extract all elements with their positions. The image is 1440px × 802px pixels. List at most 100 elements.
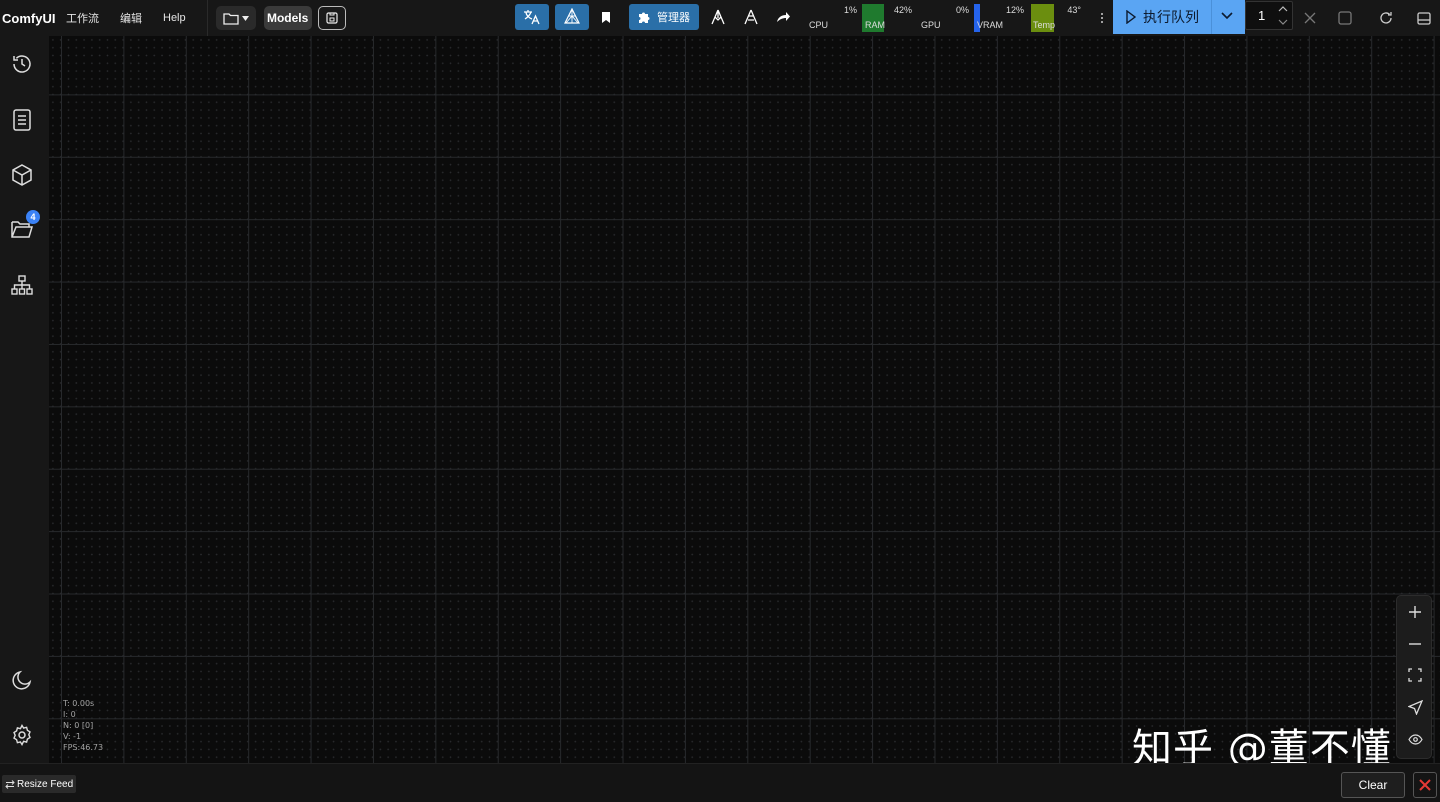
play-icon [1126,10,1136,24]
increment-icon[interactable] [1278,5,1288,12]
moon-icon [12,670,32,690]
crystools-button[interactable] [555,4,589,30]
translate-button[interactable] [515,4,549,30]
resize-feed-label: Resize Feed [17,778,74,790]
crystal-icon [564,8,580,24]
comfyui-app: ComfyUI 工作流 编辑 Help Models 管理器 1% CPU 42… [0,0,1440,802]
clear-button[interactable]: Clear [1341,772,1405,798]
toggle-panel-button[interactable] [1414,8,1434,28]
zoom-out-button[interactable] [1405,634,1425,654]
square-icon [1338,11,1352,25]
eye-icon [1407,733,1423,745]
share-button-a[interactable] [701,4,735,30]
queue-prompt-button[interactable]: 执行队列 [1113,0,1245,34]
refresh-button[interactable] [1376,8,1396,28]
stat-fps: FPS:46.73 [63,743,104,752]
document-icon [13,109,31,131]
close-feed-button[interactable] [1413,772,1437,798]
menu-edit[interactable]: 编辑 [120,10,142,26]
sidebar-item-models[interactable] [9,162,35,188]
fit-view-button[interactable] [1405,665,1425,685]
more-options-button[interactable] [1099,10,1105,26]
chevron-down-icon[interactable] [1221,12,1233,20]
panel-icon [1417,11,1431,25]
close-icon [1304,12,1316,24]
gpu-value: 0% [955,5,969,15]
resize-feed-button[interactable]: Resize Feed [2,775,77,793]
ram-label: RAM [865,20,885,30]
cpu-label: CPU [809,20,829,30]
temp-value: 43° [1067,5,1081,15]
ram-monitor: 42% RAM [862,4,914,32]
temp-monitor: 43° Temp [1031,4,1083,32]
zoom-in-button[interactable] [1405,602,1425,622]
vram-value: 12% [1005,5,1024,15]
ram-value: 42% [893,5,912,15]
save-button[interactable] [317,6,346,30]
menu-workflow[interactable]: 工作流 [66,10,99,26]
sidebar-item-node-library[interactable] [9,272,35,298]
stat-time: T: 0.00s [63,699,95,708]
decrement-icon[interactable] [1278,19,1288,26]
cancel-queue-button[interactable] [1300,8,1320,28]
graph-canvas[interactable]: T: 0.00s I: 0 N: 0 [0] V: -1 FPS:46.73 知 [49,36,1440,763]
stat-nodes: N: 0 [0] [63,721,94,730]
vram-monitor: 12% VRAM [974,4,1026,32]
minus-icon [1409,643,1421,645]
left-sidebar: 4 [0,36,49,763]
kebab-menu-icon [1101,13,1103,23]
stat-iterations: I: 0 [63,710,76,719]
resize-arrows-icon [5,779,15,789]
gear-icon [13,724,31,746]
batch-count-input[interactable]: 1 [1245,1,1293,30]
app-brand: ComfyUI [2,10,56,26]
stat-visible: V: -1 [63,732,82,741]
caret-down-icon [241,15,249,21]
stop-button[interactable] [1335,8,1355,28]
sidebar-item-queue[interactable] [9,107,35,133]
sidebar-item-history[interactable] [9,51,35,77]
forward-button[interactable] [766,4,800,30]
node-tree-icon [11,275,33,295]
queue-label: 执行队列 [1143,9,1199,25]
batch-count-value: 1 [1258,8,1266,23]
menu-help[interactable]: Help [163,12,186,24]
cpu-value: 1% [843,5,857,15]
cube-icon [12,164,32,186]
workflow-folder-button[interactable] [215,6,256,30]
bottom-bar: Resize Feed Clear [0,763,1440,802]
plus-icon [1409,606,1421,618]
send-arrow-icon [1407,699,1423,715]
sidebar-item-settings[interactable] [9,722,35,748]
queue-divider [1211,0,1212,34]
temp-label: Temp [1033,20,1056,30]
toggle-links-button[interactable] [1405,729,1425,749]
canvas-controls [1396,595,1432,759]
pointer-mode-button[interactable] [1405,697,1425,717]
manager-button[interactable]: 管理器 [629,4,699,30]
workflows-badge: 4 [26,210,40,224]
share-button-b[interactable] [734,4,768,30]
sidebar-item-workflows[interactable]: 4 [9,210,40,242]
manager-label: 管理器 [657,12,690,24]
gpu-label: GPU [921,20,941,30]
sidebar-item-theme[interactable] [9,667,35,693]
folder-icon [222,12,239,25]
watermark-text: 知乎 @董不懂 [1132,726,1392,763]
close-icon [1419,779,1431,791]
divider [206,0,208,36]
cpu-monitor: 1% CPU [807,4,859,32]
save-icon [326,12,338,24]
bookmark-button[interactable] [589,4,623,30]
share-icon [711,9,725,25]
translate-icon [524,10,540,25]
gpu-monitor: 0% GPU [919,4,971,32]
models-button[interactable]: Models [263,6,312,30]
bookmark-icon [602,11,610,23]
forward-arrow-icon [777,12,790,22]
refresh-icon [1380,12,1392,24]
top-menu-bar: ComfyUI 工作流 编辑 Help Models 管理器 1% CPU 42… [0,0,1440,36]
history-icon [13,55,31,73]
puzzle-icon [639,12,650,23]
canvas-stats: T: 0.00s I: 0 N: 0 [0] V: -1 FPS:46.73 [63,698,103,753]
